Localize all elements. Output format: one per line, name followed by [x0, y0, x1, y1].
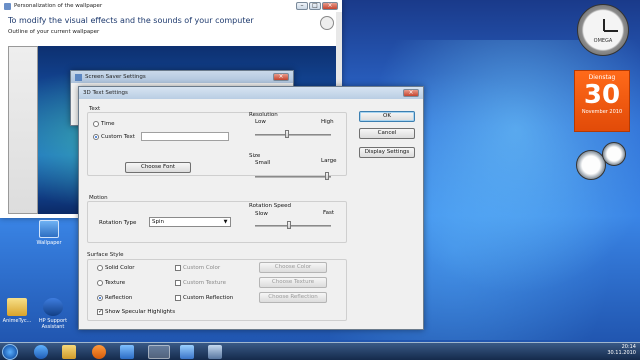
calendar-month: November 2010 [581, 109, 623, 115]
desktop-icon-wallpaper[interactable]: Wallpaper [32, 220, 66, 246]
rotation-type-select[interactable]: Spin ▼ [149, 217, 231, 227]
personalization-subheading: Outline of your current wallpaper [8, 29, 100, 35]
personalization-window-icon [4, 2, 11, 10]
surface-group-label: Surface Style [87, 252, 124, 258]
control-panel-icon[interactable] [120, 345, 134, 359]
screensaver-window-icon [75, 73, 82, 81]
personalization-title: Personalization of the wallpaper [14, 3, 103, 9]
maximize-button[interactable]: □ [309, 2, 321, 10]
clock-brand: OMEGA [593, 38, 613, 44]
texture-radio[interactable] [97, 280, 103, 286]
specular-label: Show Specular Highlights [105, 309, 176, 315]
size-slider-track[interactable] [255, 176, 331, 178]
rotation-speed-label: Rotation Speed [249, 203, 291, 209]
choose-color-button[interactable]: Choose Color [259, 262, 327, 273]
cancel-button[interactable]: Cancel [359, 128, 415, 139]
screensaver-taskbar-button[interactable] [148, 345, 170, 359]
desktop-icon-label: AnimeTyc... [2, 318, 32, 324]
custom-color-label: Custom Color [183, 265, 221, 271]
clock-minute-hand [604, 30, 618, 32]
solid-color-radio[interactable] [97, 265, 103, 271]
desktop-icon-hp-support[interactable]: HP Support Assistant [36, 298, 70, 330]
screensaver-window-controls: × [273, 73, 289, 81]
size-slider-thumb[interactable] [325, 172, 329, 180]
desktop-icon-label: HP Support Assistant [38, 318, 68, 330]
display-settings-button[interactable]: Display Settings [359, 147, 415, 158]
choose-texture-button[interactable]: Choose Texture [259, 277, 327, 288]
personalization-heading: To modify the visual effects and the sou… [8, 16, 254, 25]
custom-text-label: Custom Text [101, 134, 135, 140]
hp-support-icon [43, 298, 63, 316]
time-radio[interactable] [93, 121, 99, 127]
calendar-gadget[interactable]: Dienstag 30 November 2010 [574, 70, 630, 132]
size-label: Size [249, 153, 261, 159]
chevron-down-icon: ▼ [223, 219, 228, 225]
choose-reflection-button[interactable]: Choose Reflection [259, 292, 327, 303]
resolution-slider-track[interactable] [255, 134, 331, 136]
text3d-window-controls: × [403, 89, 419, 97]
specular-checkbox[interactable]: ✓ [97, 309, 103, 315]
close-button[interactable]: × [322, 2, 338, 10]
wallpaper-icon [39, 220, 59, 238]
rotation-type-value: Spin [152, 219, 164, 225]
wallpaper-preview-frame [8, 46, 38, 214]
minimize-button[interactable]: – [296, 2, 308, 10]
texture-label: Texture [105, 280, 126, 286]
screensaver-title: Screen Saver Settings [85, 74, 146, 80]
resolution-label: Resolution [249, 112, 278, 118]
rotation-speed-slider-thumb[interactable] [287, 221, 291, 229]
rotation-speed-slider-track[interactable] [255, 225, 331, 227]
solid-color-label: Solid Color [105, 265, 135, 271]
personalization-window-controls: – □ × [296, 2, 338, 10]
reflection-label: Reflection [105, 295, 133, 301]
text3d-title: 3D Text Settings [83, 90, 128, 96]
custom-text-radio[interactable] [93, 134, 99, 140]
custom-texture-label: Custom Texture [183, 280, 226, 286]
help-icon[interactable] [320, 16, 334, 30]
internet-explorer-icon[interactable] [34, 345, 48, 359]
resolution-low-label: Low [255, 119, 266, 125]
personalization-taskbar-icon[interactable] [180, 345, 194, 359]
clock-gadget[interactable]: OMEGA [577, 4, 629, 56]
rotation-type-label: Rotation Type [99, 220, 137, 226]
media-player-icon[interactable] [92, 345, 106, 359]
system-tray[interactable]: 20:14 30.11.2010 [550, 344, 636, 360]
custom-texture-checkbox[interactable] [175, 280, 181, 286]
custom-text-input[interactable] [141, 132, 229, 141]
ok-button[interactable]: OK [359, 111, 415, 122]
desktop-icon-animetyc[interactable]: AnimeTyc... [0, 298, 34, 324]
desktop-icon-label: Wallpaper [36, 240, 62, 246]
taskbar: 20:14 30.11.2010 [0, 342, 640, 360]
speed-fast-label: Fast [323, 210, 335, 216]
speed-slow-label: Slow [255, 211, 268, 217]
text3d-dialog: 3D Text Settings × Text Time Custom Text… [78, 86, 424, 330]
text3d-close-button[interactable]: × [403, 89, 419, 97]
time-label: Time [101, 121, 115, 127]
custom-reflection-label: Custom Reflection [183, 295, 234, 301]
resolution-high-label: High [321, 119, 334, 125]
memory-meter-gadget[interactable] [602, 142, 626, 166]
display-taskbar-icon[interactable] [208, 345, 222, 359]
text3d-titlebar[interactable]: 3D Text Settings × [79, 87, 423, 99]
calendar-date: 30 [583, 80, 621, 110]
custom-color-checkbox[interactable] [175, 265, 181, 271]
screensaver-titlebar[interactable]: Screen Saver Settings × [71, 71, 293, 83]
reflection-radio[interactable] [97, 295, 103, 301]
folder-icon [7, 298, 27, 316]
tray-date: 30.11.2010 [607, 350, 636, 356]
personalization-titlebar[interactable]: Personalization of the wallpaper – □ × [0, 0, 342, 12]
size-small-label: Small [255, 160, 271, 166]
screensaver-close-button[interactable]: × [273, 73, 289, 81]
choose-font-button[interactable]: Choose Font [125, 162, 191, 173]
resolution-slider-thumb[interactable] [285, 130, 289, 138]
custom-reflection-checkbox[interactable] [175, 295, 181, 301]
start-button[interactable] [2, 344, 18, 360]
size-large-label: Large [321, 158, 337, 164]
explorer-icon[interactable] [62, 345, 76, 359]
